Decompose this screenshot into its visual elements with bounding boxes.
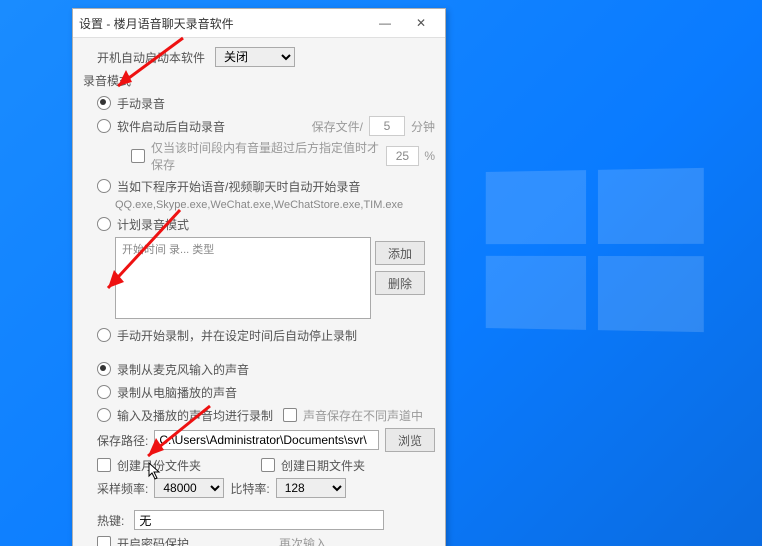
radio-both[interactable]	[97, 408, 111, 422]
check-pwd[interactable]	[97, 536, 111, 546]
radio-schedule-label: 计划录音模式	[117, 216, 189, 233]
window-title: 设置 - 楼月语音聊天录音软件	[79, 15, 367, 32]
check-pwd-label: 开启密码保护	[117, 535, 189, 546]
hotkey-input[interactable]	[134, 510, 384, 530]
path-label: 保存路径:	[97, 432, 148, 449]
radio-speaker[interactable]	[97, 385, 111, 399]
autostart-combo[interactable]: 关闭	[215, 47, 295, 67]
radio-schedule[interactable]	[97, 217, 111, 231]
bitrate-combo[interactable]: 128	[276, 478, 346, 498]
radio-manualstop-label: 手动开始录制，并在设定时间后自动停止录制	[117, 327, 357, 344]
check-month-folder-label: 创建月份文件夹	[117, 457, 201, 474]
radio-onapp-label: 当如下程序开始语音/视频聊天时自动开始录音	[117, 178, 360, 195]
desktop: 设置 - 楼月语音聊天录音软件 — ✕ 开机自动启动本软件 关闭 录音模式 手动…	[0, 0, 762, 546]
radio-mic-label: 录制从麦克风输入的声音	[117, 361, 249, 378]
check-sep-channel[interactable]	[283, 408, 297, 422]
rate-label: 采样频率:	[97, 480, 148, 497]
radio-speaker-label: 录制从电脑播放的声音	[117, 384, 237, 401]
settings-dialog: 设置 - 楼月语音聊天录音软件 — ✕ 开机自动启动本软件 关闭 录音模式 手动…	[72, 8, 446, 546]
minimize-button[interactable]: —	[367, 9, 403, 37]
pwd-again-label: 再次输入	[279, 535, 327, 546]
bitrate-label: 比特率:	[230, 480, 269, 497]
check-date-folder-label: 创建日期文件夹	[281, 457, 365, 474]
hotkey-label: 热键:	[97, 512, 124, 529]
save-every-value[interactable]: 5	[369, 116, 405, 136]
rate-combo[interactable]: 48000	[154, 478, 224, 498]
check-sep-channel-label: 声音保存在不同声道中	[303, 407, 423, 424]
check-date-folder[interactable]	[261, 458, 275, 472]
radio-autostart-label: 软件启动后自动录音	[117, 118, 225, 135]
browse-button[interactable]: 浏览	[385, 428, 435, 452]
radio-manualstop[interactable]	[97, 328, 111, 342]
radio-manual-label: 手动录音	[117, 95, 165, 112]
recmode-section: 录音模式	[83, 72, 131, 89]
titlebar[interactable]: 设置 - 楼月语音聊天录音软件 — ✕	[73, 9, 445, 38]
radio-autostart[interactable]	[97, 119, 111, 133]
autostart-label: 开机自动启动本软件	[97, 49, 205, 66]
volume-unit: %	[424, 149, 435, 163]
save-every-unit: 分钟	[411, 118, 435, 135]
radio-onapp[interactable]	[97, 179, 111, 193]
check-only-volume-label: 仅当该时间段内有音量超过后方指定值时才保存	[151, 139, 380, 173]
dialog-body: 开机自动启动本软件 关闭 录音模式 手动录音 软件启动后自动录音 保存文件/ 5	[73, 38, 445, 546]
windows-logo	[486, 168, 704, 332]
check-only-volume[interactable]	[131, 149, 145, 163]
close-button[interactable]: ✕	[403, 9, 439, 37]
schedule-listbox[interactable]: 开始时间 录... 类型	[115, 237, 371, 319]
radio-both-label: 输入及播放的声音均进行录制	[117, 407, 273, 424]
save-every-label: 保存文件/	[312, 118, 363, 135]
radio-manual[interactable]	[97, 96, 111, 110]
schedule-list-header: 开始时间 录... 类型	[122, 244, 214, 256]
delete-button[interactable]: 删除	[375, 271, 425, 295]
check-month-folder[interactable]	[97, 458, 111, 472]
path-input[interactable]	[154, 430, 379, 450]
volume-value[interactable]: 25	[386, 146, 419, 166]
app-list: QQ.exe,Skype.exe,WeChat.exe,WeChatStore.…	[115, 199, 435, 211]
add-button[interactable]: 添加	[375, 241, 425, 265]
radio-mic[interactable]	[97, 362, 111, 376]
